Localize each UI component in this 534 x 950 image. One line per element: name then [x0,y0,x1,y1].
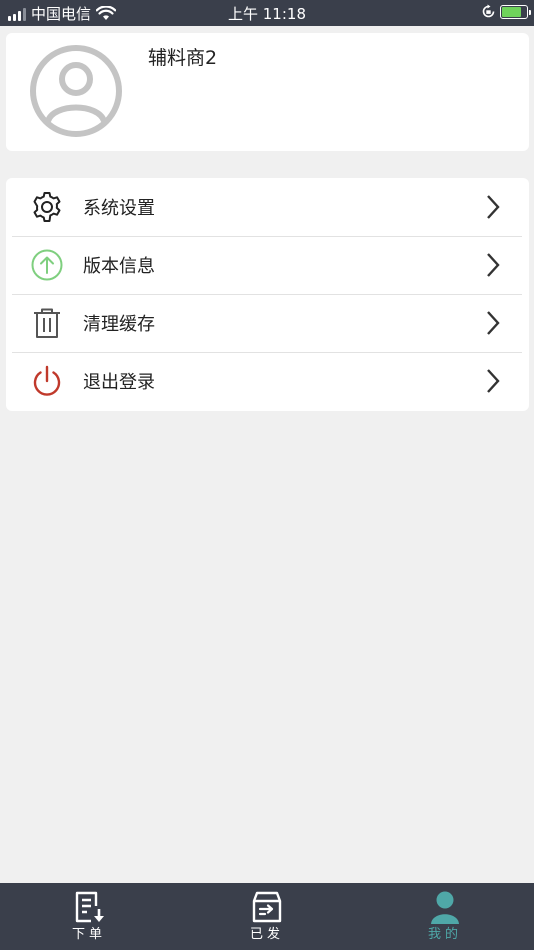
chevron-right-icon [487,369,500,393]
tab-bar: 下单 已发 我的 [0,883,534,950]
person-icon [431,891,459,924]
profile-name: 辅料商2 [148,47,218,69]
arrow-up-circle-icon [31,249,63,281]
trash-icon [34,308,60,338]
menu-item-system-settings[interactable]: 系统设置 [6,178,529,236]
user-avatar-icon [30,45,122,137]
menu-item-logout[interactable]: 退出登录 [6,352,529,410]
sent-box-icon [252,891,282,923]
order-down-icon [75,891,104,923]
menu-item-clear-cache[interactable]: 清理缓存 [6,294,529,352]
chevron-right-icon [487,311,500,335]
menu-label: 系统设置 [83,198,155,219]
tab-mine[interactable]: 我的 [356,883,534,950]
menu-item-version-info[interactable]: 版本信息 [6,236,529,294]
chevron-right-icon [487,253,500,277]
status-bar: 中国电信 上午 11:18 [0,0,534,26]
rotation-lock-icon [482,4,495,18]
gear-icon [33,192,61,222]
menu-label: 清理缓存 [83,314,155,335]
menu-label: 版本信息 [83,256,155,277]
menu-label: 退出登录 [83,372,155,393]
battery-icon [500,4,531,19]
tab-order[interactable]: 下单 [0,883,178,950]
tab-label: 已发 [249,927,284,942]
tab-sent[interactable]: 已发 [178,883,356,950]
profile-card[interactable]: 辅料商2 [6,33,529,151]
power-icon [33,365,61,396]
tab-label: 下单 [71,927,106,942]
status-right [481,4,531,19]
status-time: 上午 11:18 [228,5,306,23]
chevron-right-icon [487,195,500,219]
tab-label: 我的 [427,927,462,942]
menu-card: 系统设置 版本信息 清理缓存 退出登录 [6,178,529,411]
